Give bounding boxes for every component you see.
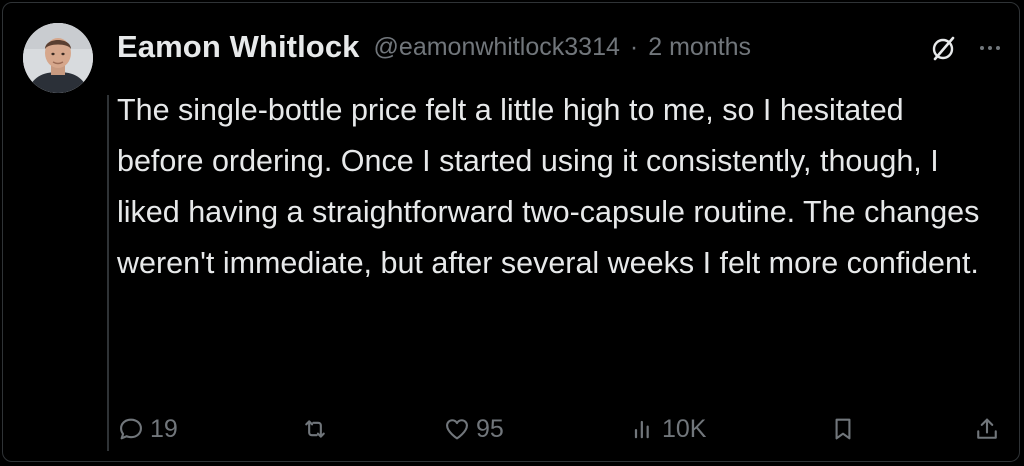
- post-card[interactable]: Eamon Whitlock @eamonwhitlock3314 · 2 mo…: [2, 2, 1020, 462]
- like-button[interactable]: 95: [443, 407, 504, 451]
- share-button[interactable]: [973, 407, 1001, 451]
- like-count: 95: [476, 414, 504, 443]
- reply-button[interactable]: 19: [117, 407, 178, 451]
- heart-icon: [446, 419, 468, 440]
- post-actions: 19 95 10K: [117, 407, 1007, 451]
- author-name[interactable]: Eamon Whitlock: [117, 29, 360, 65]
- views-button[interactable]: 10K: [629, 407, 706, 451]
- grok-icon[interactable]: [931, 35, 957, 61]
- user-avatar-icon: [23, 23, 93, 93]
- views-count: 10K: [662, 414, 707, 443]
- reply-count: 19: [150, 414, 178, 443]
- more-options-icon[interactable]: [978, 43, 1002, 53]
- views-chart-icon: [634, 420, 649, 439]
- bookmark-icon: [835, 418, 851, 440]
- bookmark-button[interactable]: [829, 407, 857, 451]
- repost-button[interactable]: [301, 407, 334, 451]
- repost-icon: [305, 420, 325, 438]
- reply-icon: [120, 418, 142, 440]
- share-icon: [977, 418, 997, 439]
- post-timestamp[interactable]: 2 months: [648, 33, 751, 62]
- post-header: Eamon Whitlock @eamonwhitlock3314 · 2 mo…: [117, 25, 751, 69]
- post-text: The single-bottle price felt a little hi…: [117, 93, 980, 280]
- header-separator: ·: [629, 32, 639, 61]
- thread-line: [107, 95, 109, 451]
- author-handle[interactable]: @eamonwhitlock3314: [374, 33, 620, 62]
- author-avatar[interactable]: [23, 23, 93, 93]
